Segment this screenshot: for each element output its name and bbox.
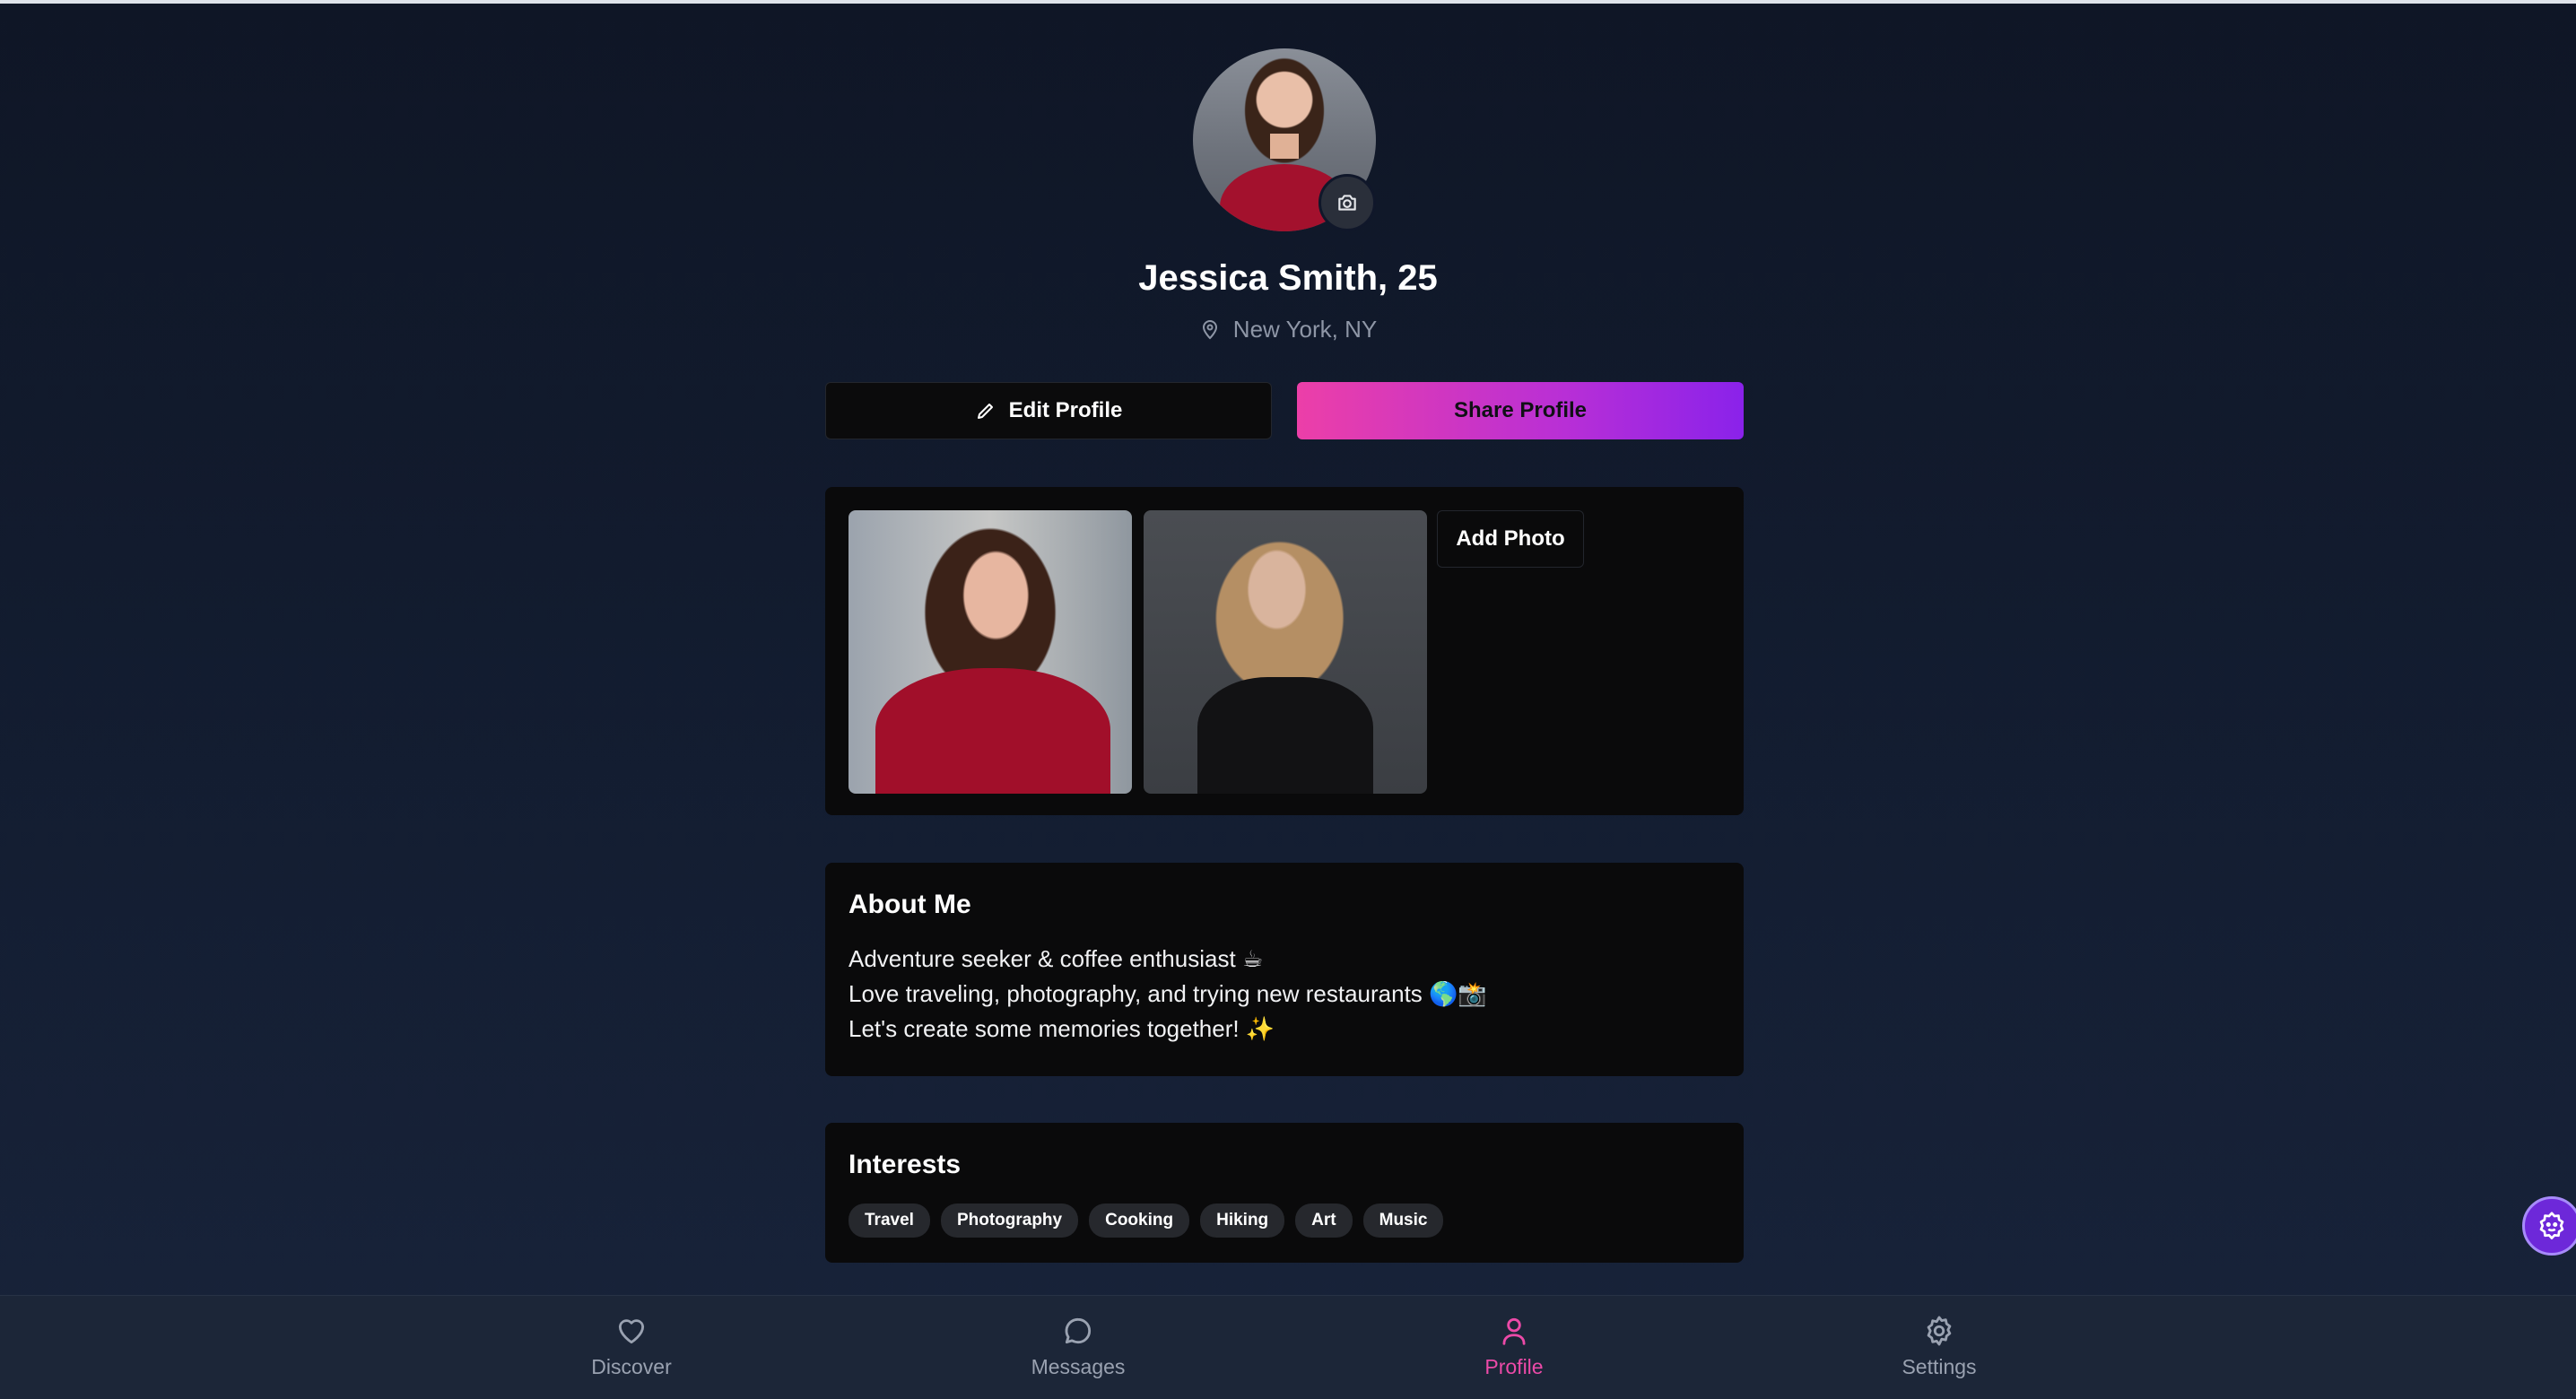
gear-icon — [1927, 1316, 1952, 1346]
photo-1-torso — [875, 668, 1110, 794]
nav-messages[interactable]: Messages — [988, 1314, 1168, 1379]
edit-profile-label: Edit Profile — [1008, 398, 1123, 422]
floating-settings-button[interactable] — [2522, 1196, 2576, 1256]
map-pin-icon — [1202, 319, 1217, 339]
about-text: Adventure seeker & coffee enthusiast ☕ L… — [849, 942, 1720, 1047]
badge-icon — [2539, 1212, 2564, 1239]
interest-tag[interactable]: Cooking — [1089, 1203, 1190, 1238]
interests-title: Interests — [849, 1150, 962, 1179]
about-line: Let's create some memories together! ✨ — [849, 1015, 1275, 1042]
camera-icon — [1338, 195, 1356, 211]
interest-tags: Travel Photography Cooking Hiking Art Mu… — [849, 1203, 1720, 1238]
avatar-neck — [1270, 134, 1299, 159]
nav-label: Discover — [591, 1355, 672, 1378]
nav-discover[interactable]: Discover — [542, 1314, 721, 1379]
about-line: Love traveling, photography, and trying … — [849, 980, 1487, 1007]
message-icon — [1065, 1317, 1092, 1344]
interests-card: Interests Travel Photography Cooking Hik… — [825, 1123, 1744, 1263]
about-title: About Me — [849, 890, 971, 919]
interest-tag[interactable]: Music — [1362, 1203, 1444, 1238]
interest-tag[interactable]: Photography — [940, 1203, 1079, 1238]
location-text: New York, NY — [1232, 316, 1378, 343]
about-card: About Me Adventure seeker & coffee enthu… — [825, 863, 1744, 1076]
nav-label: Profile — [1484, 1355, 1544, 1378]
nav-settings[interactable]: Settings — [1849, 1314, 2029, 1379]
nav-label: Settings — [1902, 1355, 1977, 1378]
edit-profile-button[interactable]: Edit Profile — [825, 382, 1272, 439]
bottom-nav: Discover Messages Profile Settings — [0, 1295, 2576, 1399]
add-photo-button[interactable]: Add Photo — [1437, 510, 1584, 568]
nav-label: Messages — [1031, 1355, 1126, 1378]
top-border — [0, 0, 2576, 4]
profile-name: Jessica Smith, 25 — [1138, 258, 1438, 298]
profile-photo-2[interactable] — [1144, 510, 1427, 794]
change-avatar-button[interactable] — [1318, 174, 1376, 231]
pencil-icon — [977, 404, 993, 419]
interest-tag[interactable]: Travel — [849, 1203, 930, 1238]
profile-photo-1[interactable] — [849, 510, 1132, 794]
photo-2-torso — [1197, 677, 1373, 794]
about-line: Adventure seeker & coffee enthusiast ☕ — [849, 945, 1264, 972]
interest-tag[interactable]: Hiking — [1200, 1203, 1285, 1238]
profile-location: New York, NY — [0, 316, 2576, 343]
share-profile-label: Share Profile — [1453, 398, 1588, 422]
photos-card: Add Photo — [825, 487, 1744, 815]
user-icon — [1502, 1317, 1526, 1345]
heart-icon — [618, 1319, 645, 1344]
avatar-container — [1193, 48, 1376, 231]
share-profile-button[interactable]: Share Profile — [1297, 382, 1744, 439]
interest-tag[interactable]: Art — [1295, 1203, 1353, 1238]
nav-profile[interactable]: Profile — [1424, 1314, 1604, 1379]
